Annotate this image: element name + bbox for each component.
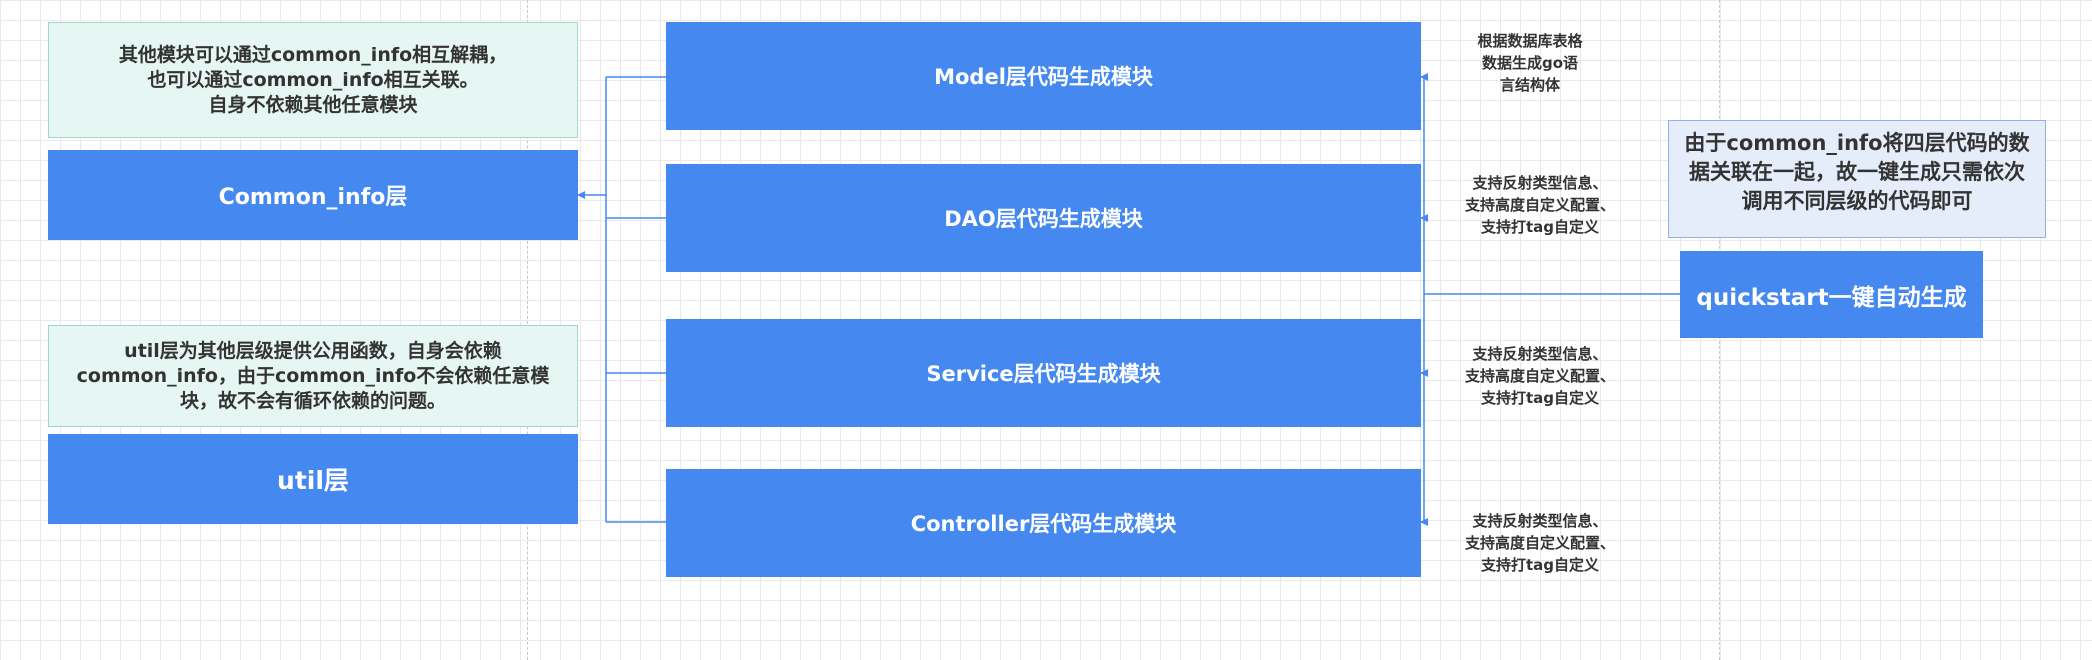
quickstart-label: quickstart一键自动生成 [1696, 284, 1967, 311]
service-annotation: 支持反射类型信息、 支持高度自定义配置、 支持打tag自定义 [1440, 343, 1640, 409]
annotation-line: 支持打tag自定义 [1480, 218, 1600, 236]
common-info-note-line: 也可以通过common_info相互关联。 [147, 68, 479, 91]
service-module-label: Service层代码生成模块 [926, 362, 1161, 386]
common-info-note: 其他模块可以通过common_info相互解耦， 也可以通过common_inf… [48, 22, 578, 138]
common-info-note-line: 其他模块可以通过common_info相互解耦， [118, 43, 508, 66]
annotation-line: 支持高度自定义配置、 [1464, 196, 1615, 214]
annotation-line: 支持高度自定义配置、 [1464, 534, 1615, 552]
annotation-line: 支持反射类型信息、 [1472, 512, 1608, 530]
quickstart-note-line: 由于common_info将四层代码的数 [1684, 131, 2030, 155]
annotation-line: 支持打tag自定义 [1480, 389, 1600, 407]
quickstart-note-line: 调用不同层级的代码即可 [1741, 189, 1973, 213]
annotation-line: 言结构体 [1499, 76, 1560, 94]
dao-module-label: DAO层代码生成模块 [944, 207, 1143, 231]
util-layer-label: util层 [277, 466, 349, 495]
model-module-label: Model层代码生成模块 [934, 65, 1153, 89]
controller-annotation: 支持反射类型信息、 支持高度自定义配置、 支持打tag自定义 [1440, 510, 1640, 576]
common-info-layer-label: Common_info层 [218, 185, 408, 210]
controller-module-box[interactable]: Controller层代码生成模块 [666, 469, 1421, 577]
quickstart-note-line: 据关联在一起，故一键生成只需依次 [1689, 160, 2025, 184]
annotation-line: 根据数据库表格 [1477, 32, 1583, 50]
annotation-line: 支持反射类型信息、 [1472, 174, 1608, 192]
annotation-line: 支持高度自定义配置、 [1464, 367, 1615, 385]
model-annotation: 根据数据库表格 数据生成go语 言结构体 [1440, 30, 1620, 96]
util-note-line: 块，故不会有循环依赖的问题。 [179, 389, 446, 412]
common-info-note-line: 自身不依赖其他任意模块 [208, 93, 418, 116]
annotation-line: 数据生成go语 [1481, 54, 1579, 72]
quickstart-note: 由于common_info将四层代码的数 据关联在一起，故一键生成只需依次 调用… [1668, 120, 2046, 238]
controller-module-label: Controller层代码生成模块 [910, 512, 1177, 536]
dao-module-box[interactable]: DAO层代码生成模块 [666, 164, 1421, 272]
quickstart-box[interactable]: quickstart一键自动生成 [1680, 251, 1983, 338]
common-info-layer-box[interactable]: Common_info层 [48, 150, 578, 240]
util-note-line: util层为其他层级提供公用函数，自身会依赖 [124, 339, 502, 362]
annotation-line: 支持反射类型信息、 [1472, 345, 1608, 363]
model-module-box[interactable]: Model层代码生成模块 [666, 22, 1421, 130]
util-note-line: common_info，由于common_info不会依赖任意模 [76, 364, 550, 387]
util-layer-box[interactable]: util层 [48, 434, 578, 524]
dao-annotation: 支持反射类型信息、 支持高度自定义配置、 支持打tag自定义 [1440, 172, 1640, 238]
annotation-line: 支持打tag自定义 [1480, 556, 1600, 574]
util-note: util层为其他层级提供公用函数，自身会依赖 common_info，由于com… [48, 325, 578, 427]
service-module-box[interactable]: Service层代码生成模块 [666, 319, 1421, 427]
